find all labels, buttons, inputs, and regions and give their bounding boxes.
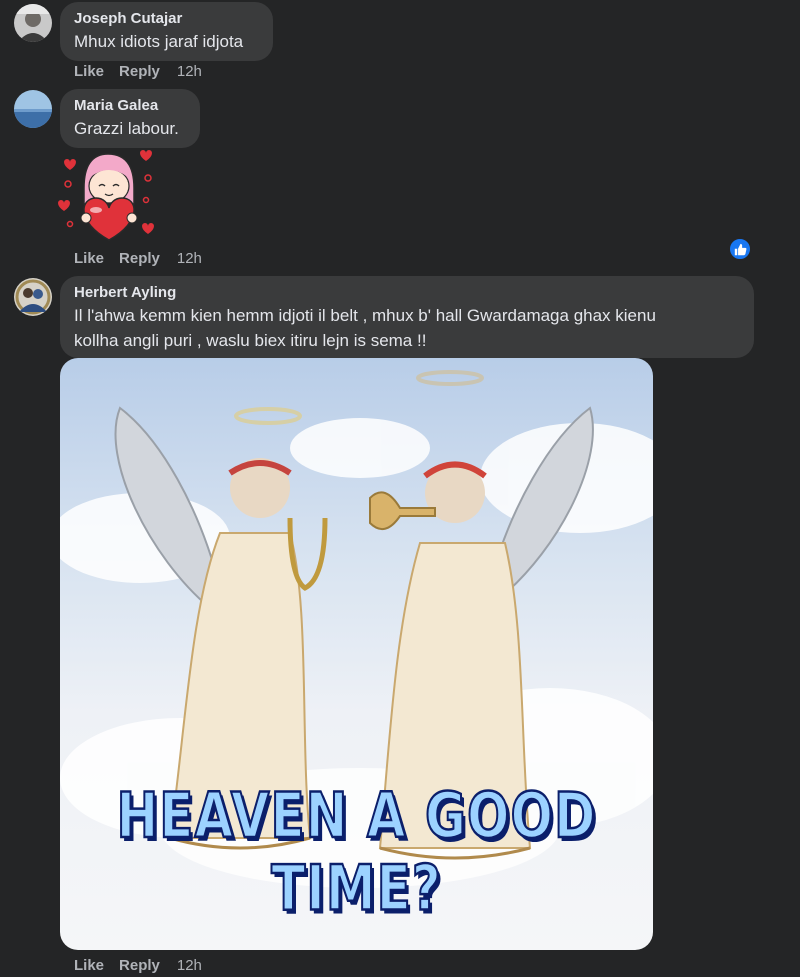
like-reaction-badge[interactable] — [728, 237, 752, 261]
timestamp[interactable]: 12h — [177, 249, 202, 269]
comment-text: Grazzi labour. — [74, 119, 179, 138]
comment-actions: Like Reply 12h — [74, 249, 217, 269]
comment-actions: Like Reply 12h — [74, 956, 217, 976]
comment-author[interactable]: Maria Galea — [74, 96, 186, 116]
sticker[interactable] — [56, 148, 156, 246]
avatar[interactable] — [14, 278, 52, 316]
gif-caption: HEAVEN A GOOD TIME? — [115, 778, 597, 926]
reply-button[interactable]: Reply — [119, 956, 160, 976]
comment-actions: Like Reply 12h — [74, 62, 217, 82]
reply-button[interactable]: Reply — [119, 249, 160, 269]
timestamp[interactable]: 12h — [177, 956, 202, 976]
comment-author[interactable]: Joseph Cutajar — [74, 9, 259, 29]
timestamp[interactable]: 12h — [177, 62, 202, 82]
comment-text-line: kollha angli puri , waslu biex itiru lej… — [74, 331, 427, 350]
avatar[interactable] — [14, 90, 52, 128]
comment-author[interactable]: Herbert Ayling — [74, 283, 740, 303]
comment-text-line: Il l'ahwa kemm kien hemm idjoti il belt … — [74, 306, 656, 325]
avatar[interactable] — [14, 4, 52, 42]
like-button[interactable]: Like — [74, 249, 104, 269]
comment-bubble: Maria Galea Grazzi labour. — [60, 89, 200, 148]
comment-text: Mhux idiots jaraf idjota — [74, 32, 244, 51]
reply-button[interactable]: Reply — [119, 62, 160, 82]
comment-bubble: Joseph Cutajar Mhux idiots jaraf idjota — [60, 2, 273, 61]
thumbs-up-icon — [734, 243, 746, 255]
gif-attachment[interactable]: HEAVEN A GOOD TIME? — [60, 358, 653, 950]
like-button[interactable]: Like — [74, 956, 104, 976]
like-button[interactable]: Like — [74, 62, 104, 82]
comment-bubble: Herbert Ayling Il l'ahwa kemm kien hemm … — [60, 276, 754, 358]
